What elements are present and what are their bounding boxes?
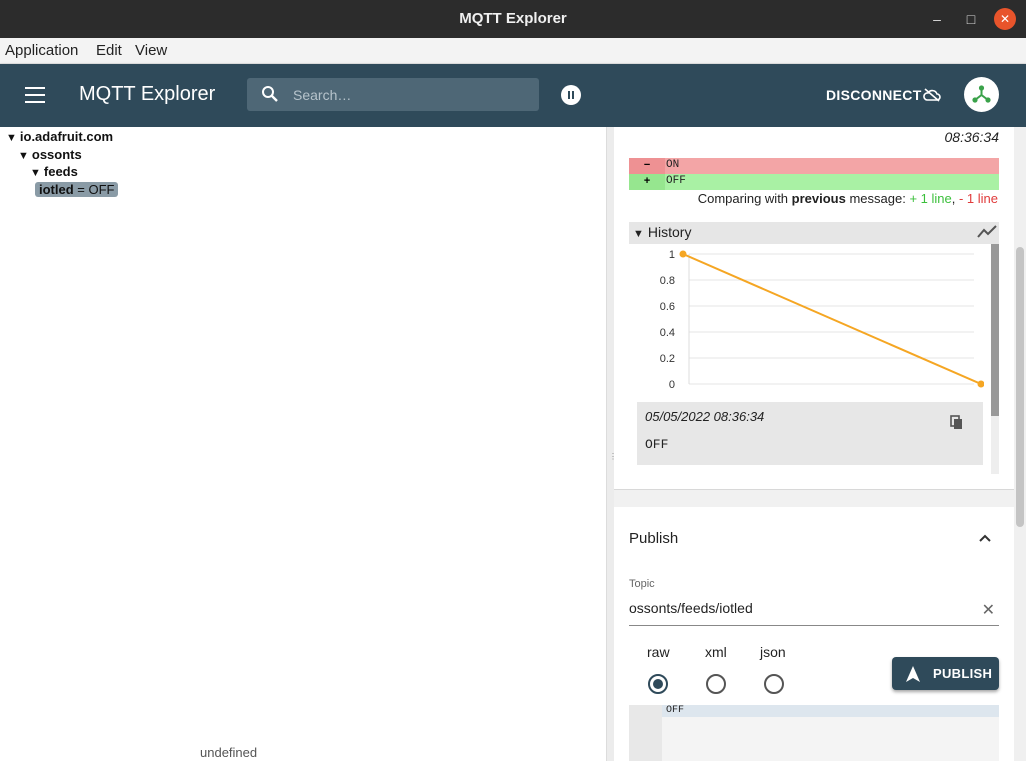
close-icon[interactable]: ✕ [994,8,1016,30]
window-titlebar: MQTT Explorer – □ ✕ [0,0,1026,38]
history-title: History [647,224,692,240]
expand-arrow-icon[interactable]: ▼ [6,132,17,144]
menu-application[interactable]: Application [5,42,78,59]
tree-node-label: ossonts [31,147,82,162]
tree-node-ossonts[interactable]: ▼ ossonts [18,147,82,162]
network-icon [972,85,991,103]
plus-icon: + [629,174,665,190]
menu-view[interactable]: View [135,42,167,59]
topic-value[interactable]: ossonts/feeds/iotled [629,600,753,616]
format-label-raw: raw [647,644,670,660]
diff-added-line: + OFF [629,174,999,190]
history-chart: 1 0.8 0.6 0.4 0.2 0 [660,249,985,391]
compare-summary: Comparing with previous message: + 1 lin… [698,191,998,206]
pane-divider[interactable]: ⋮ [606,127,617,761]
expand-arrow-icon[interactable]: ▼ [30,167,41,179]
topic-tree-pane: ▼ io.adafruit.com ▼ ossonts ▼ feeds iotled … [0,127,606,761]
history-message: 05/05/2022 08:36:34 OFF [637,402,983,465]
minimize-icon[interactable]: – [926,8,948,30]
menu-icon[interactable] [25,87,45,103]
menu-edit[interactable]: Edit [96,42,122,59]
right-scrollbar[interactable] [1014,127,1026,761]
data-point[interactable] [977,380,985,388]
compare-prefix: Comparing with [697,191,792,206]
y-tick-label: 0.2 [660,353,675,365]
history-body: 1 0.8 0.6 0.4 0.2 0 05/05/2022 08:36:34 OFF [629,244,999,475]
editor-gutter [629,705,662,761]
message-time: 08:36:34 [944,129,1000,145]
menu-bar: Application Edit View [0,38,1026,64]
section-separator [614,489,1014,507]
window-title: MQTT Explorer [459,10,567,27]
y-tick-label: 0.4 [660,327,675,339]
tree-leaf-value: = OFF [73,182,115,197]
y-tick-label: 1 [669,249,675,261]
clear-icon[interactable]: ✕ [982,600,995,620]
search-icon [262,86,278,102]
history-panel: ▼ History 1 0.8 0.6 0.4 0.2 0 05/05/2022 08:36… [629,222,999,475]
tree-node-label: feeds [43,164,78,179]
y-tick-label: 0.6 [660,301,675,313]
tree-footer-fragment: undefined [200,745,258,760]
topic-field[interactable]: ossonts/feeds/iotled ✕ [629,600,999,626]
format-radio-raw[interactable] [648,674,668,694]
publish-button[interactable]: PUBLISH [892,657,999,690]
navigation-icon [906,666,920,682]
compare-comma: , [951,191,959,206]
publish-button-label: PUBLISH [933,666,993,681]
connection-avatar[interactable] [964,77,999,112]
compare-bold: previous [791,191,846,206]
chart-toggle-icon[interactable] [977,224,997,240]
diff-text: ON [666,159,680,171]
minus-icon: − [629,158,665,174]
app-bar: MQTT Explorer DISCONNECT [0,64,1026,127]
y-tick-label: 0 [669,379,675,391]
expand-arrow-icon[interactable]: ▼ [18,150,29,162]
topic-label: Topic [629,578,655,590]
tree-leaf-name: iotled [39,182,74,197]
drag-handle-icon[interactable]: ⋮ [609,453,617,469]
diff-text: OFF [666,175,686,187]
tree-node-feeds[interactable]: ▼ feeds [30,164,78,179]
collapse-arrow-icon[interactable]: ▼ [633,228,644,240]
y-tick-label: 0.8 [660,275,675,287]
format-radio-json[interactable] [764,674,784,694]
history-message-timestamp: 05/05/2022 08:36:34 [645,409,765,424]
app-title: MQTT Explorer [79,83,216,105]
publish-panel: Publish Topic ossonts/feeds/iotled ✕ raw… [614,507,1014,761]
format-label-xml: xml [705,644,727,660]
history-header[interactable]: ▼ History [629,222,999,244]
data-point[interactable] [679,250,687,258]
tree-node-root[interactable]: ▼ io.adafruit.com [6,129,113,144]
compare-added: + 1 line [909,191,952,206]
search-input[interactable] [293,85,523,105]
chevron-up-icon[interactable] [979,533,991,543]
tree-node-label: io.adafruit.com [19,129,114,144]
maximize-icon[interactable]: □ [960,8,982,30]
copy-icon[interactable] [950,415,964,431]
payload-editor[interactable]: OFF [629,705,999,761]
disconnect-button[interactable]: DISCONNECT [826,87,922,103]
compare-suffix: message: [845,191,910,206]
tree-leaf-iotled[interactable]: iotled = OFF [35,182,119,197]
cloud-off-icon[interactable] [923,88,941,102]
history-message-value: OFF [645,437,669,452]
format-radio-xml[interactable] [706,674,726,694]
detail-pane: 08:36:34 − ON + OFF Comparing with previ… [614,127,1014,761]
search-box[interactable] [247,78,539,111]
payload-text[interactable]: OFF [662,705,999,717]
diff-removed-line: − ON [629,158,999,174]
pause-icon[interactable] [561,85,581,105]
compare-removed: - 1 line [958,191,998,206]
series-line [682,253,982,385]
format-label-json: json [760,644,786,660]
publish-title: Publish [629,530,679,547]
history-scrollbar[interactable] [991,244,999,474]
